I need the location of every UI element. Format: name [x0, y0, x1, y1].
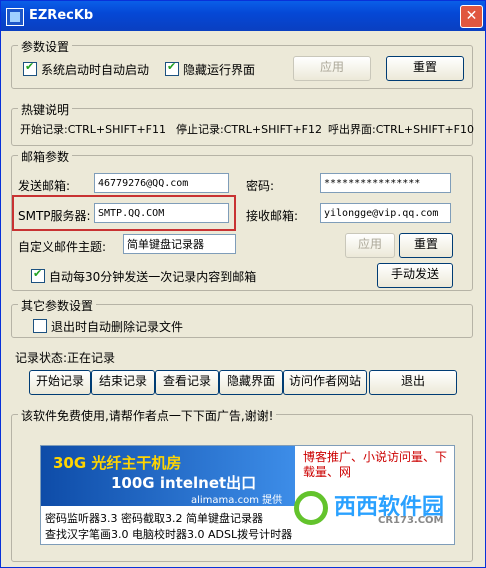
smtp-input[interactable]: SMTP.QQ.COM	[94, 203, 229, 223]
receive-mail-input[interactable]: yilongge@vip.qq.com	[320, 203, 451, 223]
params-apply-button[interactable]: 应用	[293, 56, 371, 81]
app-icon	[6, 8, 24, 26]
watermark-sub: CR173.COM	[378, 515, 444, 526]
site-watermark: 西西软件园 CR173.COM	[294, 485, 484, 529]
subject-label: 自定义邮件主题:	[18, 240, 107, 254]
stop-record-button[interactable]: 结束记录	[91, 370, 155, 395]
hotkey-show: 呼出界面:CTRL+SHIFT+F10	[328, 123, 474, 136]
window-title: EZRecKb	[29, 8, 94, 23]
ad-line-2: 查找汉字笔画3.0 电脑校时器3.0 ADSL拨号计时器	[45, 528, 293, 541]
hide-ui-button[interactable]: 隐藏界面	[219, 370, 283, 395]
ad-banner[interactable]: 30G 光纤主干机房 100G intelnet出口 alimama.com 提…	[41, 446, 295, 506]
mail-group-title: 邮箱参数	[18, 148, 73, 165]
ad-banner-brand: alimama.com 提供	[191, 495, 283, 506]
auto-start-checkbox[interactable]	[23, 60, 37, 76]
params-reset-button[interactable]: 重置	[386, 56, 464, 81]
auto-start-label: 系统启动时自动启动	[41, 63, 150, 77]
view-record-button[interactable]: 查看记录	[155, 370, 219, 395]
other-group-title: 其它参数设置	[18, 297, 97, 314]
ad-banner-line2: 100G intelnet出口	[111, 474, 257, 492]
password-input[interactable]: ****************	[320, 173, 451, 193]
params-group-title: 参数设置	[18, 38, 73, 55]
password-label: 密码:	[246, 179, 275, 193]
title-bar[interactable]: EZRecKb ✕	[1, 1, 485, 31]
ad-side-text: 博客推广、小说访问量、下载量、网	[303, 450, 448, 479]
auto-send-checkbox[interactable]	[31, 267, 45, 283]
start-record-button[interactable]: 开始记录	[29, 370, 91, 395]
hotkey-stop: 停止记录:CTRL+SHIFT+F12	[176, 123, 322, 136]
hotkey-start: 开始记录:CTRL+SHIFT+F11	[20, 123, 166, 136]
close-icon[interactable]: ✕	[460, 5, 483, 28]
send-mail-label: 发送邮箱:	[18, 179, 71, 193]
auto-delete-checkbox[interactable]	[33, 319, 47, 333]
visit-author-button[interactable]: 访问作者网站	[283, 370, 367, 395]
watermark-logo-icon	[294, 491, 328, 525]
auto-send-label: 自动每30分钟发送一次记录内容到邮箱	[49, 270, 257, 284]
exit-button[interactable]: 退出	[369, 370, 457, 395]
mail-reset-button[interactable]: 重置	[399, 233, 453, 258]
main-window: EZRecKb ✕ 参数设置 系统启动时自动启动 隐藏运行界面 应用 重置 热键…	[0, 0, 486, 568]
ad-banner-line1: 30G 光纤主干机房	[53, 454, 182, 472]
manual-send-button[interactable]: 手动发送	[377, 263, 453, 288]
hide-ui-label: 隐藏运行界面	[183, 63, 256, 77]
ad-line-1: 密码监听器3.3 密码截取3.2 简单键盘记录器	[45, 512, 263, 525]
record-status: 记录状态:正在记录	[15, 351, 116, 365]
hotkeys-group-title: 热键说明	[18, 101, 73, 118]
hide-ui-checkbox[interactable]	[165, 60, 179, 76]
smtp-label: SMTP服务器:	[18, 209, 91, 223]
mail-apply-button[interactable]: 应用	[345, 233, 395, 258]
subject-input[interactable]: 简单键盘记录器	[123, 234, 236, 254]
send-mail-input[interactable]: 46779276@QQ.com	[94, 173, 229, 193]
receive-mail-label: 接收邮箱:	[246, 209, 299, 223]
auto-delete-label: 退出时自动删除记录文件	[51, 320, 184, 334]
ad-group-title: 该软件免费使用,请帮作者点一下下面广告,谢谢!	[18, 407, 277, 424]
